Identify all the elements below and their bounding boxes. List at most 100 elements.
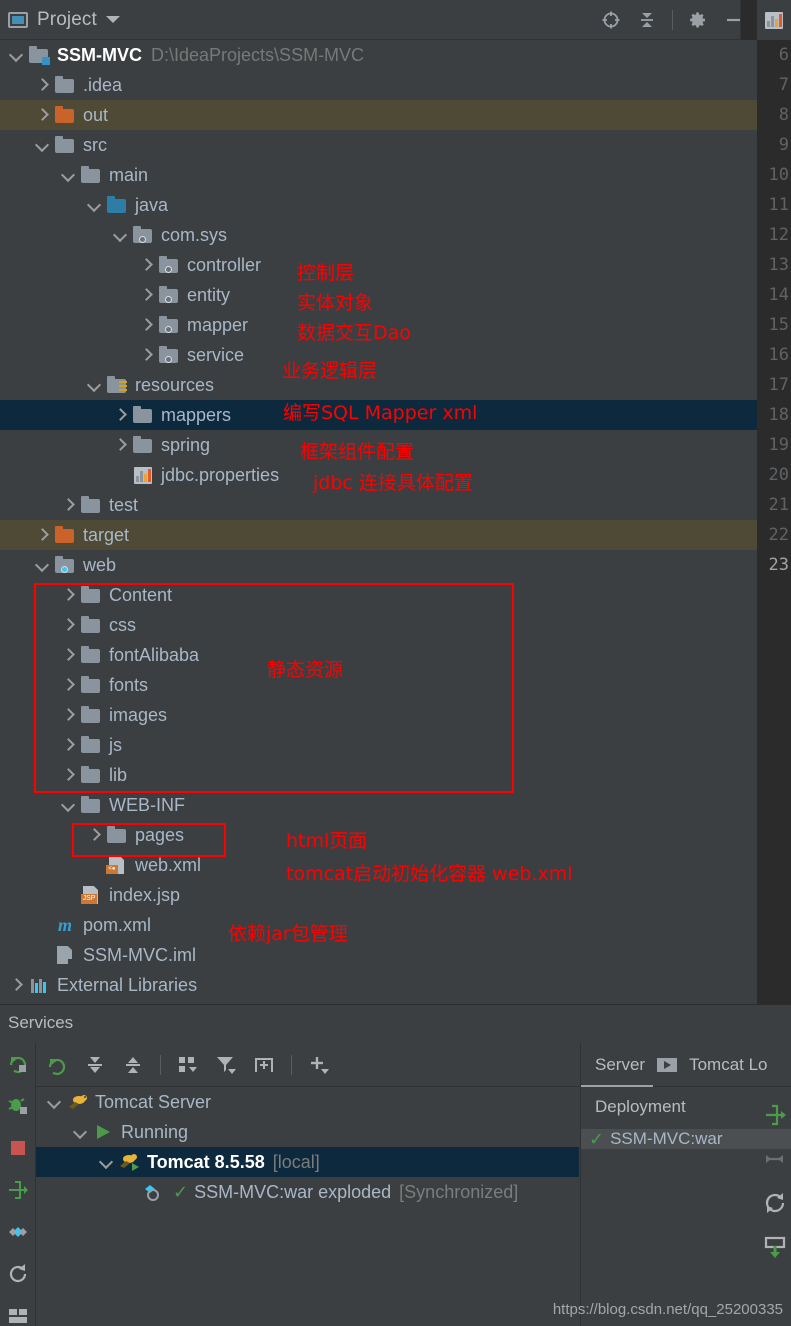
chevron-right-icon[interactable] xyxy=(34,77,50,93)
services-tree[interactable]: Tomcat Server Running Tomcat 8.5.58 [local]… xyxy=(36,1087,579,1326)
chevron-right-icon[interactable] xyxy=(138,317,154,333)
tree-row[interactable]: controller xyxy=(0,250,757,280)
tree-row-label: java xyxy=(135,194,169,215)
layout-toggle-icon[interactable] xyxy=(7,1305,29,1326)
chevron-down-icon[interactable] xyxy=(34,557,50,573)
collapse-all-icon[interactable] xyxy=(122,1054,144,1076)
tree-row[interactable]: lib xyxy=(0,760,757,790)
chevron-down-icon[interactable] xyxy=(60,797,76,813)
folder-icon xyxy=(54,76,76,94)
chevron-down-icon[interactable] xyxy=(105,16,120,23)
tree-row[interactable]: images xyxy=(0,700,757,730)
chevron-down-icon[interactable] xyxy=(72,1124,88,1140)
chevron-right-icon[interactable] xyxy=(34,527,50,543)
services-tree-row[interactable]: Tomcat 8.5.58 [local] xyxy=(36,1147,579,1177)
group-by-icon[interactable] xyxy=(177,1054,199,1076)
chevron-down-icon[interactable] xyxy=(86,197,102,213)
project-toolbar: Project xyxy=(0,0,757,40)
chevron-down-icon[interactable] xyxy=(60,167,76,183)
chevron-down-icon[interactable] xyxy=(112,227,128,243)
flow-icon[interactable] xyxy=(7,1179,29,1201)
tree-row[interactable]: .idea xyxy=(0,70,757,100)
tree-row-label: SSM-MVC.iml xyxy=(83,944,196,965)
chevron-down-icon[interactable] xyxy=(46,1094,62,1110)
stop-icon[interactable] xyxy=(7,1137,29,1159)
web-xml-file-icon: <● xyxy=(106,856,128,874)
tree-row[interactable]: entity xyxy=(0,280,757,310)
chevron-right-icon[interactable] xyxy=(112,437,128,453)
chevron-right-icon[interactable] xyxy=(112,407,128,423)
tree-row[interactable]: src xyxy=(0,130,757,160)
tab-tomcat-log[interactable]: Tomcat Lo xyxy=(689,1043,767,1087)
refresh-icon[interactable] xyxy=(7,1263,29,1285)
tree-row[interactable]: WEB-INF xyxy=(0,790,757,820)
chevron-right-icon[interactable] xyxy=(138,347,154,363)
chevron-right-icon[interactable] xyxy=(60,647,76,663)
sources-root-folder-icon xyxy=(106,196,128,214)
excluded-folder-icon xyxy=(54,526,76,544)
tree-row[interactable]: External Libraries xyxy=(0,970,757,1000)
tree-row[interactable]: java xyxy=(0,190,757,220)
chevron-right-icon[interactable] xyxy=(60,617,76,633)
tree-row[interactable]: m pom.xml xyxy=(0,910,757,940)
tree-row[interactable]: fontAlibaba xyxy=(0,640,757,670)
services-title: Services xyxy=(8,1013,74,1032)
layout-icon[interactable] xyxy=(7,1221,29,1243)
chevron-right-icon[interactable] xyxy=(60,707,76,723)
tree-row[interactable]: SSM-MVC.iml xyxy=(0,940,757,970)
undeploy-icon[interactable] xyxy=(763,1147,785,1169)
add-frame-icon[interactable] xyxy=(253,1054,275,1076)
services-tree-row[interactable]: ✓ SSM-MVC:war exploded [Synchronized] xyxy=(36,1177,579,1207)
chevron-right-icon[interactable] xyxy=(138,257,154,273)
chevron-right-icon[interactable] xyxy=(60,767,76,783)
chevron-down-icon[interactable] xyxy=(8,47,24,63)
chevron-right-icon[interactable] xyxy=(34,107,50,123)
tree-row[interactable]: SSM-MVC D:\IdeaProjects\SSM-MVC xyxy=(0,40,757,70)
chevron-right-icon[interactable] xyxy=(60,587,76,603)
deployment-item[interactable]: ✓ SSM-MVC:war xyxy=(581,1129,791,1149)
locate-icon[interactable] xyxy=(600,9,622,31)
tree-row[interactable]: web xyxy=(0,550,757,580)
tree-row[interactable]: fonts xyxy=(0,670,757,700)
tree-row[interactable]: css xyxy=(0,610,757,640)
tree-row[interactable]: target xyxy=(0,520,757,550)
annotation-text: 框架组件配置 xyxy=(300,441,415,463)
rerun-icon[interactable] xyxy=(46,1054,68,1076)
line-number: 11 xyxy=(768,195,789,215)
services-tree-row[interactable]: Tomcat Server xyxy=(36,1087,579,1117)
chevron-right-icon[interactable] xyxy=(86,827,102,843)
tree-row-label: pages xyxy=(135,824,185,845)
add-icon[interactable] xyxy=(308,1054,330,1076)
redeploy-icon[interactable] xyxy=(763,1191,785,1213)
debug-icon[interactable] xyxy=(7,1095,29,1117)
collapse-all-icon[interactable] xyxy=(636,9,658,31)
tree-row[interactable]: out xyxy=(0,100,757,130)
folder-icon xyxy=(80,706,102,724)
services-row-label: SSM-MVC:war exploded xyxy=(194,1181,392,1202)
chevron-right-icon[interactable] xyxy=(60,737,76,753)
chevron-down-icon[interactable] xyxy=(98,1154,114,1170)
chevron-down-icon[interactable] xyxy=(86,377,102,393)
download-icon[interactable] xyxy=(763,1235,786,1258)
tree-row[interactable]: com.sys xyxy=(0,220,757,250)
tree-row[interactable]: resources xyxy=(0,370,757,400)
tree-row[interactable]: pages xyxy=(0,820,757,850)
rerun-icon[interactable] xyxy=(7,1053,29,1075)
tab-server[interactable]: Server xyxy=(580,1043,654,1087)
settings-gear-icon[interactable] xyxy=(687,9,709,31)
external-libraries-icon xyxy=(28,976,50,994)
tree-row[interactable]: main xyxy=(0,160,757,190)
chevron-right-icon[interactable] xyxy=(60,677,76,693)
tree-row-label: spring xyxy=(161,434,211,455)
filter-icon[interactable] xyxy=(215,1054,237,1076)
tree-row[interactable]: Content xyxy=(0,580,757,610)
services-tree-row[interactable]: Running xyxy=(36,1117,579,1147)
chevron-down-icon[interactable] xyxy=(34,137,50,153)
chevron-right-icon[interactable] xyxy=(138,287,154,303)
deploy-icon[interactable] xyxy=(763,1103,786,1126)
tree-row-label: SSM-MVC xyxy=(57,44,142,65)
chevron-right-icon[interactable] xyxy=(60,497,76,513)
tree-row[interactable]: js xyxy=(0,730,757,760)
chevron-right-icon[interactable] xyxy=(8,977,24,993)
expand-all-icon[interactable] xyxy=(84,1054,106,1076)
